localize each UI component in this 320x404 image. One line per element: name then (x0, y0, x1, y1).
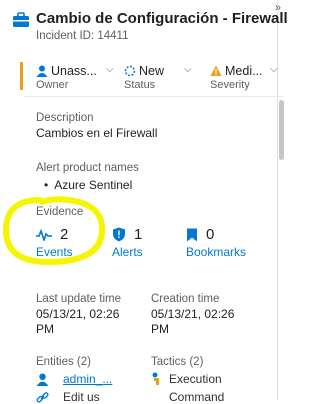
creation-value-line1: 05/13/21, 02:26 (151, 307, 235, 321)
tactic-name: Command (169, 390, 225, 404)
owner-value: Unass... (51, 64, 97, 78)
bookmarks-link[interactable]: Bookmarks (186, 245, 246, 259)
severity-value: Medi... (225, 64, 263, 78)
status-label: Status (124, 79, 156, 91)
last-update-value-line1: 05/13/21, 02:26 (36, 307, 120, 321)
alert-products-label: Alert product names (36, 162, 139, 174)
creation-value-line2: PM (151, 322, 169, 336)
description-label: Description (36, 112, 94, 124)
entities-section: Entities (2) admin_... Edit us (36, 356, 112, 404)
person-icon (36, 65, 48, 77)
incident-id: Incident ID: 14411 (36, 30, 129, 42)
severity-dropdown[interactable]: Medi... Severity (210, 64, 263, 94)
severity-chevron-down-icon[interactable]: ⌵ (270, 64, 278, 75)
incident-details: Description Cambios en el Firewall Alert… (36, 112, 276, 218)
evidence-alerts[interactable]: 1 Alerts (112, 226, 143, 259)
creation-label: Creation time (151, 293, 220, 305)
status-dropdown[interactable]: New Status (124, 64, 164, 94)
last-update-value-line2: PM (36, 322, 54, 336)
alerts-count: 1 (134, 226, 143, 243)
events-count: 2 (60, 226, 69, 243)
tactics-label: Tactics (2) (151, 356, 204, 368)
tactic-item: Execution (151, 372, 224, 386)
evidence-row: 2 Events 1 Alerts 0 Bookmarks (36, 226, 276, 266)
bookmark-icon (187, 228, 197, 241)
entity-item[interactable]: admin_... (36, 372, 112, 386)
entity-item[interactable]: Edit us (36, 390, 112, 404)
owner-label: Owner (36, 79, 69, 91)
link-icon (36, 391, 49, 403)
severity-label: Severity (210, 79, 250, 91)
entity-name: Edit us (63, 390, 100, 404)
incident-title: Cambio de Configuración - Firewall (36, 10, 288, 27)
entity-name[interactable]: admin_... (63, 372, 112, 386)
evidence-label: Evidence (36, 206, 84, 218)
last-update-label: Last update time (36, 293, 122, 305)
pulse-icon (36, 228, 52, 241)
status-chevron-down-icon[interactable]: ⌵ (184, 64, 192, 75)
description-value: Cambios en el Firewall (36, 126, 158, 140)
tactics-section: Tactics (2) Execution Command (151, 356, 224, 404)
creation-time: Creation time 05/13/21, 02:26 PM (151, 293, 261, 337)
entities-label: Entities (2) (36, 356, 91, 368)
scrollbar-thumb[interactable] (279, 100, 284, 160)
alerts-link[interactable]: Alerts (112, 245, 143, 259)
tactic-item: Command (151, 390, 224, 404)
shield-icon (113, 227, 125, 242)
last-update-time: Last update time 05/13/21, 02:26 PM (36, 293, 146, 337)
briefcase-icon (13, 12, 29, 27)
execution-icon (152, 372, 159, 385)
severity-color-bar (20, 62, 23, 90)
user-icon (36, 373, 49, 386)
events-link[interactable]: Events (36, 245, 73, 259)
owner-dropdown[interactable]: Unass... Owner (36, 64, 97, 94)
status-value: New (139, 64, 165, 78)
alert-product-item: Azure Sentinel (36, 178, 276, 192)
panel-header: Cambio de Configuración - Firewall Incid… (13, 10, 288, 42)
warning-icon (210, 65, 222, 76)
incident-fields: Unass... Owner ⌵ New Status ⌵ Medi... Se… (24, 62, 284, 97)
bookmarks-count: 0 (206, 226, 215, 243)
evidence-bookmarks[interactable]: 0 Bookmarks (186, 226, 246, 259)
status-new-icon (124, 65, 136, 77)
tactic-name: Execution (169, 372, 222, 386)
evidence-events[interactable]: 2 Events (36, 226, 73, 259)
owner-chevron-down-icon[interactable]: ⌵ (106, 64, 114, 75)
